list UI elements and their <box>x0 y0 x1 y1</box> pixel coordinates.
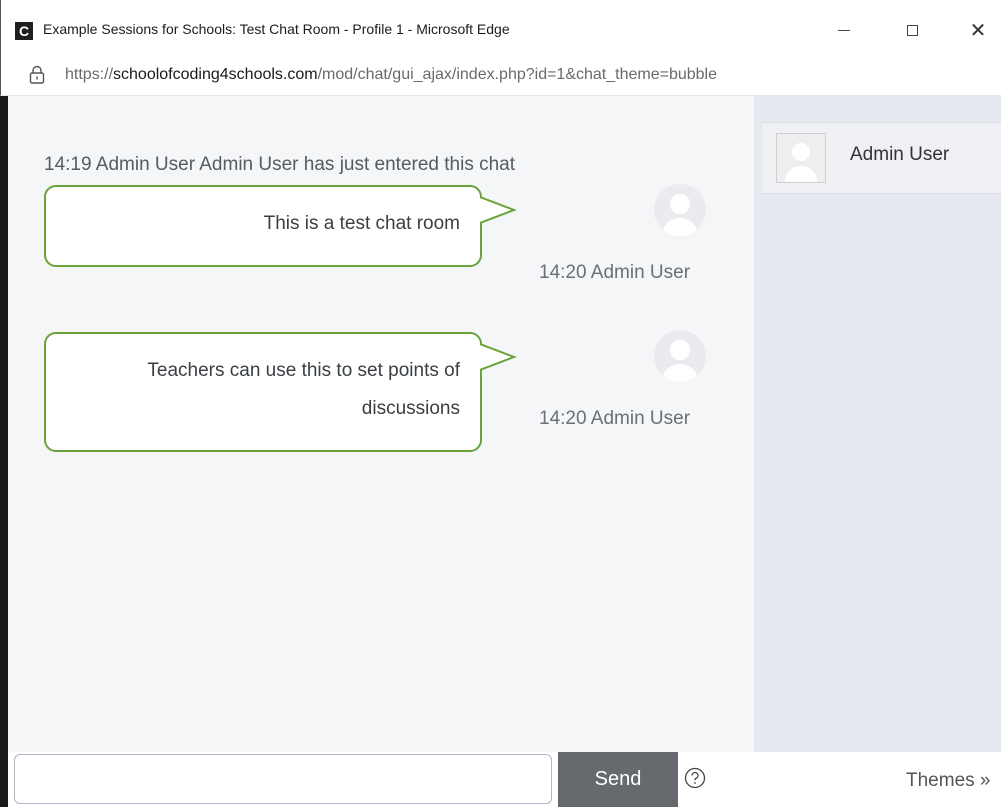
close-button[interactable]: ✕ <box>955 12 1001 48</box>
message-meta: 14:20 Admin User <box>539 262 691 283</box>
message-meta: 14:20 Admin User <box>539 408 691 429</box>
user-name: Admin User <box>850 144 950 165</box>
maximize-icon <box>906 24 918 36</box>
close-icon: ✕ <box>969 19 987 42</box>
message-input[interactable] <box>14 754 552 804</box>
chat-bubble: This is a test chat room <box>44 185 482 267</box>
minimize-button[interactable] <box>821 12 867 48</box>
sender-avatar <box>654 184 706 236</box>
chat-bubble-text: Teachers can use this to set points of d… <box>147 360 460 419</box>
system-message: 14:19 Admin User Admin User has just ent… <box>44 154 516 175</box>
send-button[interactable]: Send <box>558 752 678 807</box>
url-host: schoolofcoding4schools.com <box>113 66 318 83</box>
user-list-item[interactable]: Admin User <box>762 122 1001 194</box>
maximize-button[interactable] <box>889 12 935 48</box>
url-path: /mod/chat/gui_ajax/index.php?id=1&chat_t… <box>317 66 717 83</box>
lock-icon <box>29 65 45 84</box>
chat-bubble-text: This is a test chat room <box>263 213 460 234</box>
user-silhouette-icon <box>663 194 697 236</box>
chat-bubble: Teachers can use this to set points of d… <box>44 332 482 452</box>
bubble-tail <box>480 196 517 224</box>
user-silhouette-icon <box>777 134 825 182</box>
help-icon[interactable] <box>684 767 706 789</box>
user-avatar <box>776 133 826 183</box>
address-bar[interactable]: https://schoolofcoding4schools.com/mod/c… <box>0 56 1001 96</box>
themes-link[interactable]: Themes » <box>906 770 990 792</box>
user-silhouette-icon <box>663 340 697 382</box>
message-composer: Send Themes » <box>0 752 1001 807</box>
url-scheme: https:// <box>65 66 114 83</box>
chat-messages-pane: 14:19 Admin User Admin User has just ent… <box>0 96 754 752</box>
app-icon: C <box>15 22 33 40</box>
window-title: Example Sessions for Schools: Test Chat … <box>43 21 510 37</box>
sender-avatar <box>654 330 706 382</box>
users-list-pane: Admin User <box>754 96 1001 752</box>
url-text[interactable]: https://schoolofcoding4schools.com/mod/c… <box>65 66 717 84</box>
bubble-tail <box>480 343 517 371</box>
minimize-icon <box>838 29 850 31</box>
window-titlebar: C Example Sessions for Schools: Test Cha… <box>0 0 1001 56</box>
